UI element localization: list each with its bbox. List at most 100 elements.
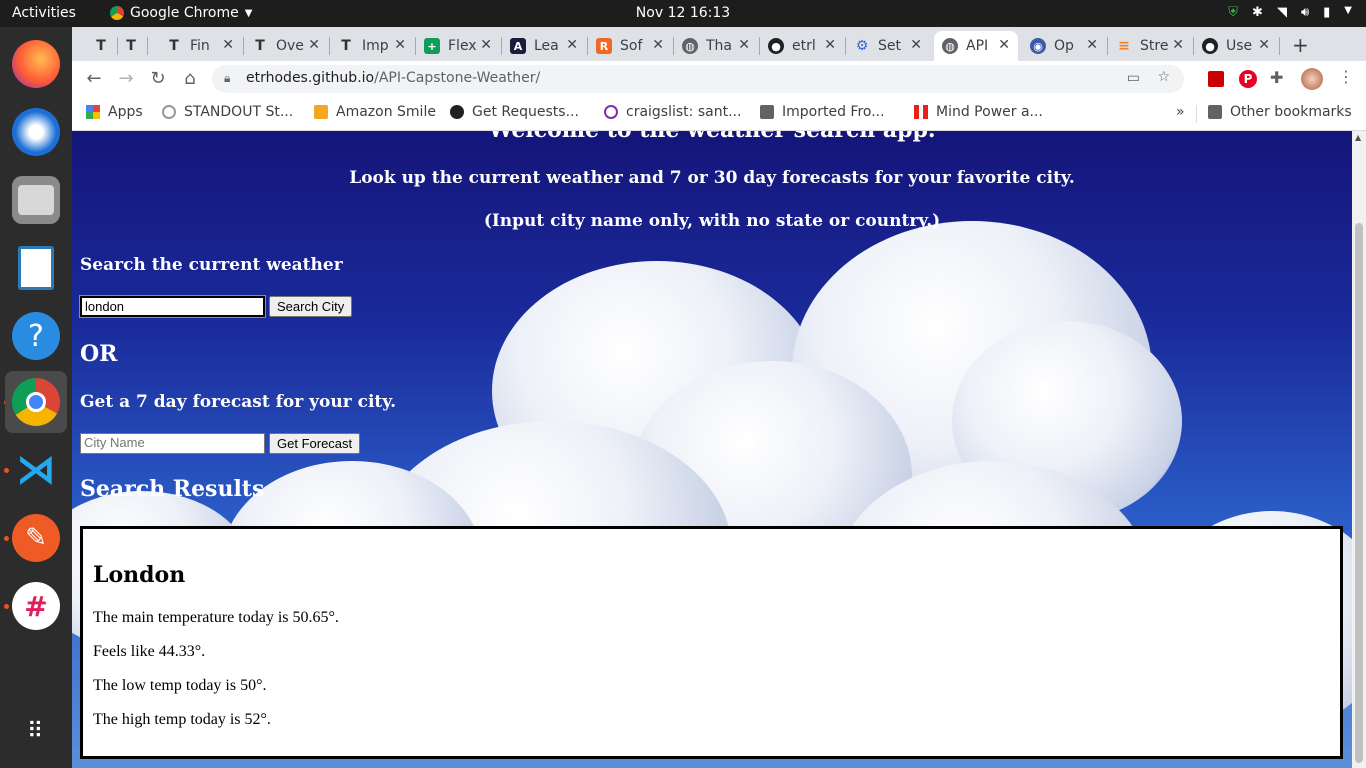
amazon-icon [314,105,328,119]
bookmark-item[interactable]: Get Requests... [450,104,579,120]
bookmark-item[interactable]: Amazon Smile [314,104,436,120]
browser-tab[interactable]: ● Use ✕ [1194,31,1278,61]
close-tab-icon[interactable]: ✕ [652,37,664,53]
close-tab-icon[interactable]: ✕ [824,37,836,53]
search-city-button[interactable]: Search City [269,296,353,317]
current-city-input[interactable]: london [79,295,266,318]
postman-icon[interactable]: ✎ [12,514,60,562]
close-tab-icon[interactable]: ✕ [998,37,1010,53]
folder-shape [18,185,54,215]
scrollbar-thumb[interactable] [1355,223,1363,763]
browser-tab[interactable]: ◉ Op ✕ [1022,31,1106,61]
system-tray[interactable]: ⛨ ✱ ◥ 🔊︎ ▮ ▼ [1228,5,1352,20]
chrome-icon[interactable] [12,378,60,426]
home-button[interactable]: ⌂ [178,67,202,91]
page-scrollbar[interactable]: ▲ [1352,131,1366,768]
forward-button[interactable]: → [114,67,138,91]
scroll-up-arrow[interactable]: ▲ [1355,133,1361,142]
typora-icon: T [96,38,106,54]
github-icon: ● [768,38,784,54]
search-results-heading: Search Results [80,476,265,502]
network-icon[interactable]: ✱ [1252,5,1263,20]
result-high-temp: The high temp today is 52°. [93,711,271,728]
tab-separator [147,37,148,55]
folder-icon [1208,105,1222,119]
profile-avatar[interactable] [1301,68,1323,90]
get-forecast-button[interactable]: Get Forecast [269,433,361,454]
browser-toolbar: ← → ↻ ⌂ 🔒︎ etrhodes.github.io/API-Capsto… [72,61,1366,97]
menu-kebab-icon[interactable]: ⋮ [1338,67,1354,86]
bookmark-item[interactable]: STANDOUT St... [162,104,293,120]
firefox-icon[interactable] [12,40,60,88]
browser-tab[interactable]: ◍ API ✕ [934,31,1018,61]
forecast-city-input[interactable]: City Name [80,433,265,454]
intro-text: Look up the current weather and 7 or 30 … [349,168,1075,188]
files-icon[interactable] [12,176,60,224]
pinterest-icon[interactable]: P [1239,70,1257,88]
reload-button[interactable]: ↻ [146,67,170,91]
sheets-icon: + [424,38,440,54]
browser-tab[interactable]: R Sof ✕ [588,31,672,61]
new-tab-button[interactable]: + [1292,33,1309,57]
bookmark-star-icon[interactable]: ☆ [1157,69,1170,85]
bookmarks-overflow-button[interactable]: » [1176,104,1185,120]
bookmark-item[interactable]: Apps [86,104,143,120]
writer-icon[interactable] [12,244,60,292]
bookmark-label: Apps [108,104,143,120]
github-icon: ● [1202,38,1218,54]
browser-tab[interactable]: T Fin ✕ [158,31,242,61]
close-tab-icon[interactable]: ✕ [394,37,406,53]
browser-tab[interactable]: T [86,31,116,61]
close-tab-icon[interactable]: ✕ [308,37,320,53]
close-tab-icon[interactable]: ✕ [566,37,578,53]
browser-tab[interactable]: T Imp ✕ [330,31,414,61]
browser-tab[interactable]: + Flex ✕ [416,31,500,61]
close-tab-icon[interactable]: ✕ [910,37,922,53]
cast-icon[interactable]: ▭ [1127,70,1140,86]
close-tab-icon[interactable]: ✕ [1258,37,1270,53]
volume-icon[interactable]: 🔊︎ [1301,5,1309,20]
tab-strip: T T T Fin ✕ T Ove ✕ T Imp ✕ + Flex ✕ A Lea ✕ R Sof ✕ ◍ Tha ✕ ● e… [72,27,1366,61]
folder-icon [760,105,774,119]
browser-tab[interactable]: T [116,31,146,61]
close-tab-icon[interactable]: ✕ [222,37,234,53]
stackoverflow-icon: ≡ [1118,38,1130,54]
browser-tab[interactable]: ≡ Stre ✕ [1108,31,1192,61]
extension-red-icon[interactable] [1208,71,1224,87]
close-tab-icon[interactable]: ✕ [1172,37,1184,53]
youtube-bars-icon [914,105,928,119]
vscode-icon[interactable]: ⋊ [12,446,60,494]
bookmark-item[interactable]: Mind Power a... [914,104,1043,120]
github-icon [450,105,464,119]
show-applications-icon[interactable]: ⠿ [12,708,60,756]
close-tab-icon[interactable]: ✕ [1086,37,1098,53]
power-menu-icon[interactable]: ▼ [1344,5,1352,20]
browser-chrome: T T T Fin ✕ T Ove ✕ T Imp ✕ + Flex ✕ A Lea ✕ R Sof ✕ ◍ Tha ✕ ● e… [72,27,1366,131]
browser-tab[interactable]: T Ove ✕ [244,31,328,61]
clock[interactable]: Nov 12 16:13 [0,5,1366,21]
close-tab-icon[interactable]: ✕ [738,37,750,53]
browser-tab[interactable]: A Lea ✕ [502,31,586,61]
back-button[interactable]: ← [82,67,106,91]
typora-icon: T [169,38,179,54]
help-icon[interactable]: ? [12,312,60,360]
other-bookmarks-folder[interactable]: Other bookmarks [1208,104,1352,120]
address-bar[interactable]: 🔒︎ etrhodes.github.io/API-Capstone-Weath… [212,65,1184,93]
wifi-icon[interactable]: ◥ [1277,5,1287,20]
slack-icon[interactable]: # [12,582,60,630]
browser-tab[interactable]: ⚙ Set ✕ [846,31,930,61]
browser-tab[interactable]: ● etrl ✕ [760,31,844,61]
browser-tab[interactable]: ◍ Tha ✕ [674,31,758,61]
bookmark-item[interactable]: craigslist: sant... [604,104,741,120]
shield-icon[interactable]: ⛨ [1228,5,1238,20]
thunderbird-icon[interactable] [12,108,60,156]
tab-title: Tha [706,38,733,54]
lock-icon[interactable]: 🔒︎ [224,71,230,86]
battery-icon[interactable]: ▮ [1323,5,1330,20]
current-weather-heading: Search the current weather [80,255,343,275]
result-feels-like: Feels like 44.33°. [93,643,206,660]
close-tab-icon[interactable]: ✕ [480,37,492,53]
bookmark-item[interactable]: Imported Fro... [760,104,885,120]
extensions-puzzle-icon[interactable]: ✚ [1270,68,1283,87]
tab-title: Fin [190,38,210,54]
